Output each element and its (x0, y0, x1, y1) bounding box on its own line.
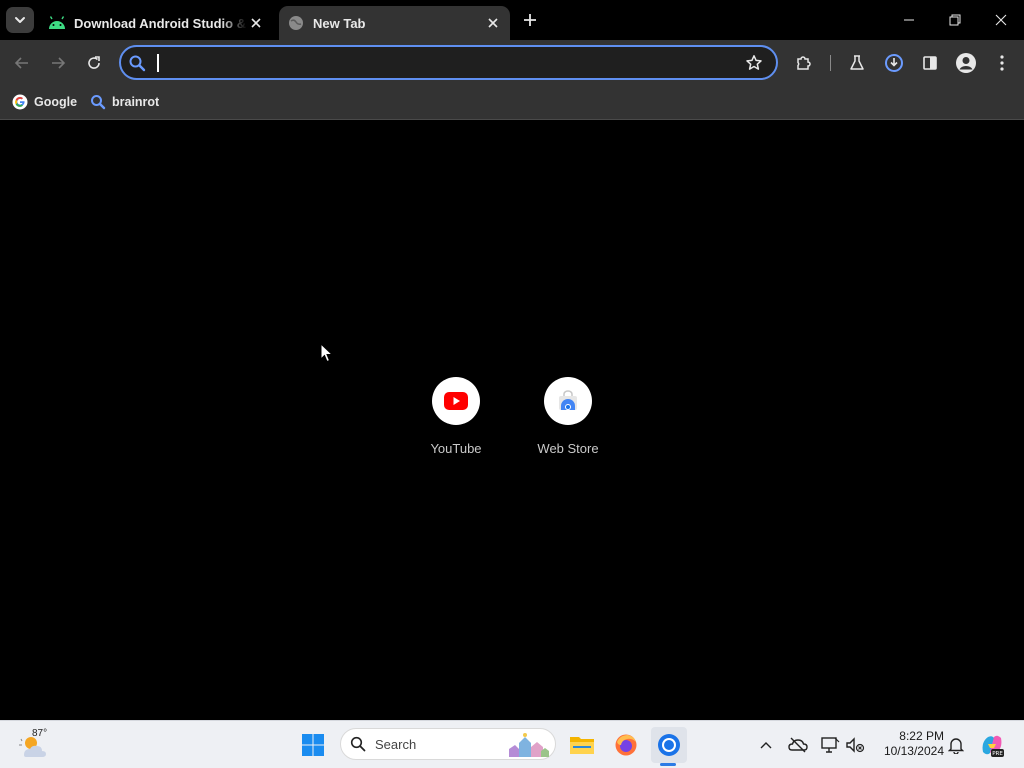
youtube-icon (444, 392, 468, 410)
cloud-offline-icon (788, 737, 808, 753)
puzzle-icon (797, 56, 811, 70)
search-icon (349, 735, 367, 753)
shortcut-label: YouTube (430, 441, 482, 456)
profile-button[interactable] (954, 51, 978, 75)
svg-text:PRE: PRE (992, 751, 1003, 757)
bookmark-star-icon[interactable] (744, 53, 764, 73)
browser-toolbar (0, 40, 1024, 85)
more-vertical-icon (1000, 55, 1004, 71)
windows-taskbar: 87° Search 8:22 PM 10/13/2024 PRE (0, 720, 1024, 768)
firefox-icon (615, 734, 637, 756)
weather-widget[interactable]: 87° (16, 727, 56, 763)
bookmarks-bar: Google brainrot (0, 85, 1024, 120)
bell-icon (948, 738, 964, 754)
side-panel-icon (923, 56, 937, 70)
close-tab-icon[interactable] (484, 14, 502, 32)
taskbar-search[interactable]: Search (340, 728, 556, 760)
download-icon (885, 54, 903, 72)
chevron-down-icon (15, 17, 25, 23)
firefox-button[interactable] (608, 727, 644, 763)
tab-new-tab[interactable]: New Tab (279, 6, 510, 40)
google-g-icon (12, 94, 28, 110)
start-button[interactable] (295, 727, 331, 763)
copilot-icon: PRE (982, 735, 1004, 757)
restore-icon (949, 14, 961, 26)
new-tab-button[interactable] (520, 10, 540, 30)
shortcut-label: Web Store (537, 441, 599, 456)
reload-button[interactable] (82, 51, 106, 75)
mouse-cursor-icon (320, 343, 334, 363)
side-panel-button[interactable] (918, 51, 942, 75)
bookmark-label: brainrot (112, 95, 160, 109)
avatar-icon (956, 53, 976, 73)
file-explorer-button[interactable] (564, 727, 600, 763)
taskbar-search-placeholder: Search (375, 737, 417, 752)
tab-title: Download Android Studio & App Tools - An… (74, 15, 247, 31)
weather-temperature: 87° (32, 728, 48, 739)
minimize-icon (904, 19, 914, 21)
close-icon (995, 14, 1007, 26)
close-tab-icon[interactable] (247, 14, 265, 32)
toolbar-separator (830, 55, 831, 71)
onedrive-button[interactable] (787, 734, 809, 756)
windows-start-icon (302, 734, 324, 756)
text-caret (157, 54, 159, 72)
chevron-up-icon (760, 742, 772, 749)
search-icon (90, 94, 106, 110)
extensions-button[interactable] (792, 51, 816, 75)
labs-button[interactable] (845, 51, 869, 75)
running-app-indicator (660, 763, 676, 766)
bookmark-google[interactable]: Google (12, 91, 77, 113)
chrome-button[interactable] (651, 727, 687, 763)
address-input[interactable] (155, 52, 739, 76)
search-highlight-icon (509, 733, 549, 757)
tab-search-button[interactable] (6, 7, 34, 33)
copilot-button[interactable]: PRE (978, 731, 1006, 759)
forward-button[interactable] (46, 51, 70, 75)
network-icon (821, 737, 840, 753)
web-store-icon (559, 390, 577, 410)
shortcut-tile[interactable] (432, 377, 480, 425)
show-hidden-icons-button[interactable] (755, 734, 777, 756)
android-icon (48, 14, 66, 32)
restore-button[interactable] (943, 8, 967, 32)
globe-icon (287, 14, 305, 32)
plus-icon (524, 14, 536, 26)
minimize-button[interactable] (897, 8, 921, 32)
tab-strip: Download Android Studio & App Tools - An… (0, 0, 1024, 40)
search-icon (127, 53, 147, 73)
bookmark-label: Google (34, 95, 78, 109)
notifications-button[interactable] (945, 734, 967, 756)
tab-title: New Tab (313, 15, 366, 31)
volume-muted-icon (846, 737, 865, 753)
reload-icon (88, 56, 100, 69)
arrow-right-icon (52, 57, 66, 69)
bookmark-brainrot[interactable]: brainrot (90, 91, 159, 113)
tab-android-studio[interactable]: Download Android Studio & App Tools - An… (40, 6, 273, 40)
clock-time: 8:22 PM (899, 729, 944, 743)
volume-button[interactable] (844, 734, 866, 756)
flask-icon (850, 55, 864, 70)
downloads-button[interactable] (882, 51, 906, 75)
network-button[interactable] (819, 734, 841, 756)
address-bar[interactable] (119, 45, 778, 80)
shortcut-youtube[interactable]: YouTube (400, 377, 512, 467)
arrow-left-icon (14, 57, 28, 69)
shortcut-web-store[interactable]: Web Store (512, 377, 624, 467)
back-button[interactable] (10, 51, 34, 75)
close-window-button[interactable] (989, 8, 1013, 32)
file-explorer-icon (570, 737, 594, 754)
chrome-icon (658, 734, 680, 756)
menu-button[interactable] (990, 51, 1014, 75)
shortcut-tile[interactable] (544, 377, 592, 425)
system-clock[interactable]: 8:22 PM 10/13/2024 (872, 729, 944, 759)
clock-date: 10/13/2024 (883, 744, 944, 758)
new-tab-page: YouTube Web Store (0, 121, 1024, 720)
